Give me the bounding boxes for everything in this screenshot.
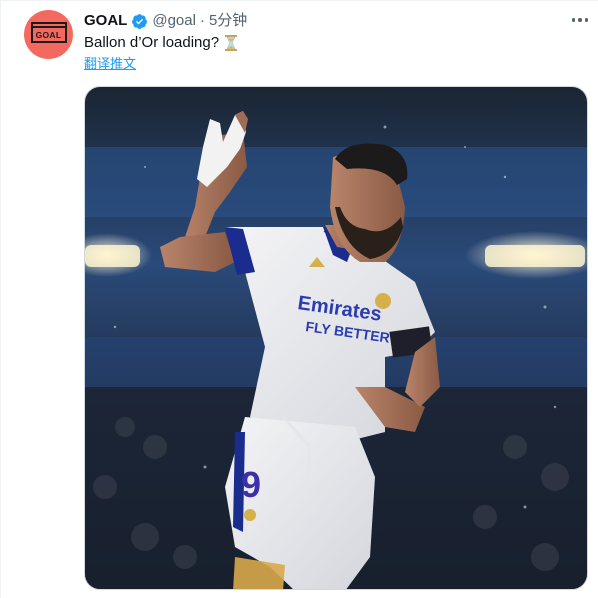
tweet-header: GOAL @goal · 5分钟 bbox=[84, 12, 247, 30]
translate-tweet-link[interactable]: 翻译推文 bbox=[84, 55, 136, 73]
avatar[interactable]: GOAL bbox=[24, 10, 73, 59]
separator-dot: · bbox=[199, 12, 205, 29]
top-divider bbox=[0, 0, 598, 1]
player-photo-illustration: Emirates FLY BETTER 9 bbox=[85, 87, 587, 589]
tweet-text: Ballon d’Or loading? bbox=[84, 33, 239, 53]
tweet-photo[interactable]: Emirates FLY BETTER 9 bbox=[84, 86, 588, 590]
tweet-text-content: Ballon d’Or loading? bbox=[84, 34, 220, 51]
timestamp[interactable]: 5分钟 bbox=[209, 12, 247, 30]
more-options-icon[interactable] bbox=[567, 10, 593, 30]
verified-badge-icon bbox=[132, 13, 148, 29]
left-divider bbox=[0, 0, 1, 598]
shorts-number: 9 bbox=[241, 464, 261, 505]
hourglass-emoji-icon bbox=[225, 35, 238, 51]
handle[interactable]: @goal bbox=[152, 12, 196, 30]
display-name[interactable]: GOAL bbox=[84, 12, 127, 30]
goal-logo: GOAL bbox=[30, 22, 67, 43]
